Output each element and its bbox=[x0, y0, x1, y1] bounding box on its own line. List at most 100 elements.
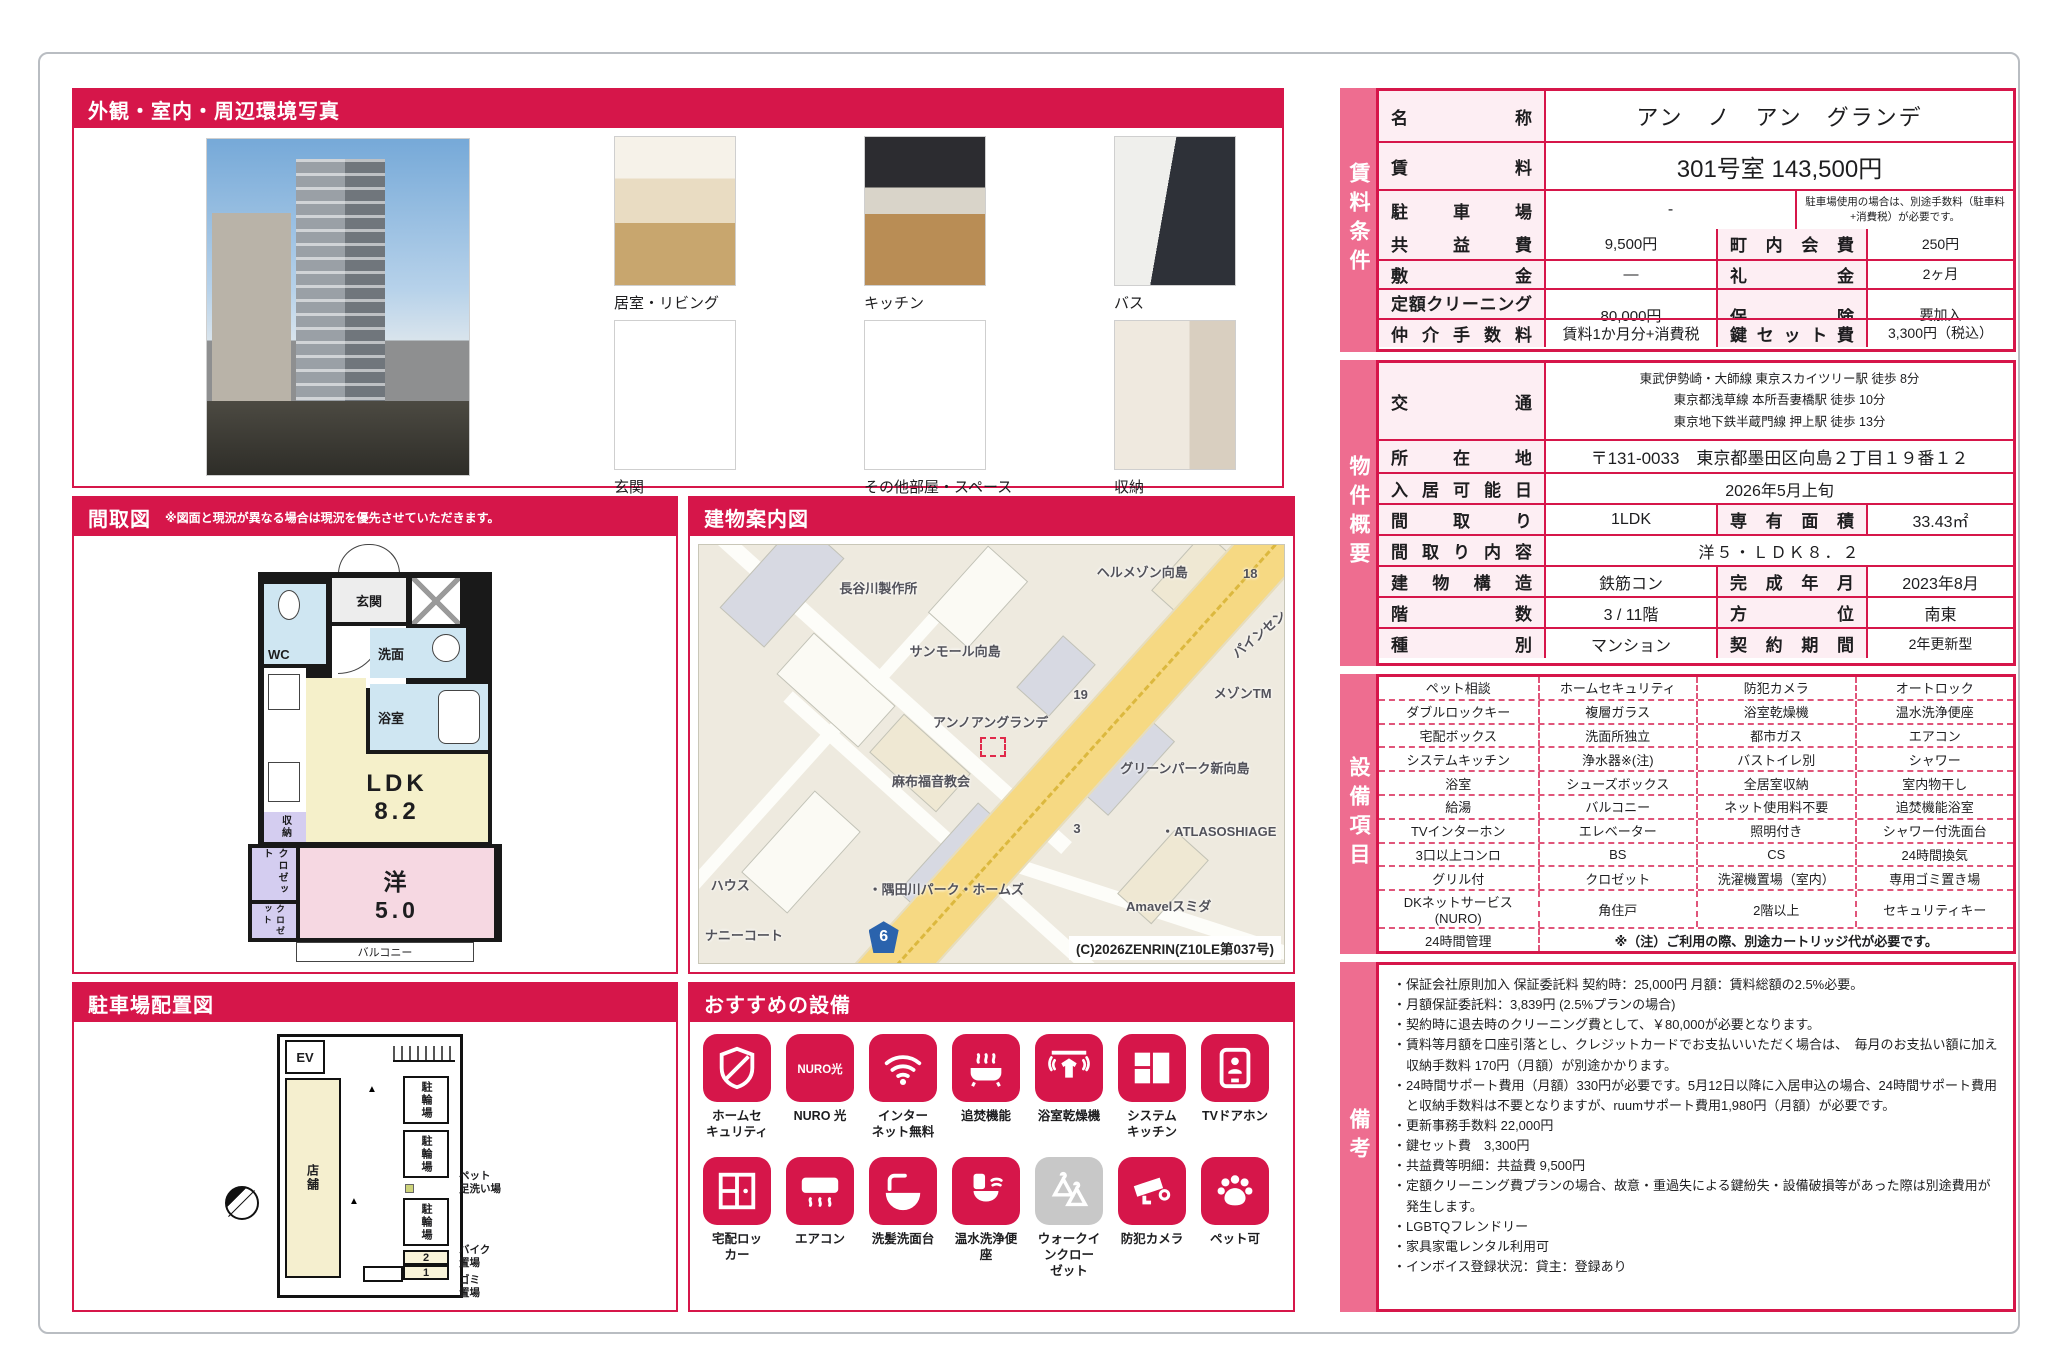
photo-storage bbox=[1114, 320, 1236, 470]
equipment-cell: クロゼット bbox=[1538, 867, 1697, 889]
equipment-cell: バストイレ別 bbox=[1696, 748, 1855, 770]
equipment-tile-label: 防犯カメラ bbox=[1121, 1231, 1184, 1247]
motorcycle-label: バイク 置場 bbox=[459, 1244, 490, 1270]
shampoo-sink-icon bbox=[880, 1168, 926, 1214]
access-line: 東武伊勢崎・大師線 東京スカイツリー駅 徒歩 8分 bbox=[1640, 369, 1920, 390]
photo-caption: 収納 bbox=[1114, 476, 1144, 497]
bicycle-parking-2: 駐輪場 bbox=[403, 1130, 449, 1178]
washlet-icon bbox=[963, 1168, 1009, 1214]
photo-entrance bbox=[614, 320, 736, 470]
equipment-tile: NURO光 NURO 光 bbox=[785, 1034, 855, 1141]
equipment-cell: 24時間換気 bbox=[1855, 844, 2014, 866]
equipment-tile-label: NURO 光 bbox=[794, 1108, 847, 1124]
remark-line: ・鍵セット費 3,300円 bbox=[1393, 1136, 1999, 1156]
table-row: 所在地 〒131-0033 東京都墨田区向島２丁目１９番１２ bbox=[1379, 439, 2013, 472]
equipment-cell: グリル付 bbox=[1379, 867, 1538, 889]
motorcycle-space-2: 2 bbox=[403, 1250, 449, 1265]
map-label: Amavelスミダ bbox=[1126, 896, 1211, 915]
svg-text:NURO光: NURO光 bbox=[797, 1062, 843, 1076]
room-ldk-arm bbox=[306, 678, 366, 754]
movein-value: 2026年5月上旬 bbox=[1544, 474, 2013, 503]
equipment-tile: 洗髪洗面台 bbox=[868, 1157, 938, 1280]
ldk-label: LDK bbox=[366, 770, 427, 798]
stairs bbox=[393, 1046, 455, 1062]
reheating-bath-icon bbox=[963, 1045, 1009, 1091]
remark-line: ・更新事務手数料 22,000円 bbox=[1393, 1116, 1999, 1136]
equipment-cell: オートロック bbox=[1855, 677, 2014, 699]
equipment-tile: 温水洗浄便 座 bbox=[951, 1157, 1021, 1280]
remark-line: ・契約時に退去時のクリーニング費として、￥80,000が必要となります。 bbox=[1393, 1015, 1999, 1035]
equipment-cell: エアコン bbox=[1855, 725, 2014, 747]
equipment-cell: 防犯カメラ bbox=[1696, 677, 1855, 699]
table-row: 共益費 9,500円 町内会費 250円 bbox=[1379, 229, 2013, 259]
fee-label: 町内会費 bbox=[1730, 231, 1854, 256]
equipment-tile-label: 温水洗浄便 座 bbox=[955, 1231, 1018, 1264]
equipment-cell: バルコニー bbox=[1538, 796, 1697, 818]
parking-note: 駐車場使用の場合は、別途手数料（駐車料+消費税）が必要です。 bbox=[1795, 191, 2013, 229]
fee-value: 3,300円（税込） bbox=[1866, 320, 2013, 348]
structure-value: 鉄筋コン bbox=[1544, 567, 1716, 596]
table-row: 駐車場 - 駐車場使用の場合は、別途手数料（駐車料+消費税）が必要です。 bbox=[1379, 189, 2013, 229]
table-row: 賃料 301号室 143,500円 bbox=[1379, 141, 2013, 189]
equipment-cell: 浄水器※(注) bbox=[1538, 748, 1697, 770]
motorcycle-space-1: 1 bbox=[403, 1265, 449, 1280]
equipment-cell: シャワー付洗面台 bbox=[1855, 820, 2014, 842]
map-canvas: 長谷川製作所 ヘルメゾン向島 18 サンモール向島 パインセン 19 メゾンTM… bbox=[698, 544, 1285, 964]
equipment-cell: 2階以上 bbox=[1696, 891, 1855, 927]
contract-label: 契約期間 bbox=[1730, 631, 1854, 656]
bathtub-fixture bbox=[438, 690, 480, 744]
access-lines: 東武伊勢崎・大師線 東京スカイツリー駅 徒歩 8分東京都浅草線 本所吾妻橋駅 徒… bbox=[1544, 363, 2013, 439]
remarks-sidebar: 備考 bbox=[1340, 962, 1376, 1312]
fee-value: 9,500円 bbox=[1544, 229, 1716, 259]
map-copyright: (C)2026ZENRIN(Z10LE第037号) bbox=[1069, 936, 1281, 960]
recommended-header: おすすめの設備 bbox=[690, 984, 1293, 1022]
room-entrance: 玄関 bbox=[332, 578, 406, 622]
fee-label: 仲介手数料 bbox=[1391, 321, 1532, 346]
remark-line: ・家具家電レンタル利用可 bbox=[1393, 1237, 1999, 1257]
parking-diagram: EV 店舗 駐輪場 駐輪場 駐輪場 2 1 ▲ ▲ ペット 足洗い場 バイク 置… bbox=[215, 1028, 535, 1304]
address-value: 〒131-0033 東京都墨田区向島２丁目１９番１２ bbox=[1544, 441, 2013, 472]
type-value: マンション bbox=[1544, 629, 1716, 658]
equipment-row: TVインターホン エレベーター 照明付き シャワー付洗面台 bbox=[1379, 818, 2013, 842]
equipment-note-row: 24時間管理※（注）ご利用の際、別途カートリッジ代が必要です。 bbox=[1379, 927, 2013, 951]
aircon-icon bbox=[797, 1168, 843, 1214]
equipment-tile: TVドアホン bbox=[1200, 1034, 1270, 1141]
equipment-tile-label: 追焚機能 bbox=[961, 1108, 1011, 1124]
equipment-cell: セキュリティキー bbox=[1855, 891, 2014, 927]
address-label: 所在地 bbox=[1391, 444, 1532, 469]
table-row: 種別 マンション 契約期間 2年更新型 bbox=[1379, 627, 2013, 658]
table-row: 階数 3 / 11階 方位 南東 bbox=[1379, 596, 2013, 627]
map-label: 麻布福音教会 bbox=[892, 771, 970, 790]
equipment-cell: 洗濯機置場（室内） bbox=[1696, 867, 1855, 889]
recommended-section: おすすめの設備 ホームセ キュリティ NURO光 NURO 光 bbox=[688, 982, 1295, 1312]
equipment-tiles: ホームセ キュリティ NURO光 NURO 光 インター ネット無料 bbox=[690, 1022, 1293, 1279]
bicycle-parking-1: 駐輪場 bbox=[403, 1076, 449, 1124]
balcony: バルコニー bbox=[296, 942, 474, 962]
equipment-cell: ペット相談 bbox=[1379, 677, 1538, 699]
equipment-cell: TVインターホン bbox=[1379, 820, 1538, 842]
fee-value: ― bbox=[1544, 261, 1716, 289]
equipment-note: ※（注）ご利用の際、別途カートリッジ代が必要です。 bbox=[1538, 929, 2014, 951]
photo-caption: バス bbox=[1114, 292, 1144, 313]
photo-living bbox=[614, 136, 736, 286]
map-label: サンモール向島 bbox=[910, 641, 1001, 660]
equipment-sidebar: 設備項目 bbox=[1340, 674, 1376, 954]
equipment-tile: ペット可 bbox=[1200, 1157, 1270, 1280]
equipment-row: DKネットサービス(NURO) 角住戸 2階以上 セキュリティキー bbox=[1379, 889, 2013, 927]
direction-value: 南東 bbox=[1866, 598, 2013, 627]
built-value: 2023年8月 bbox=[1866, 567, 2013, 596]
access-line: 東京地下鉄半蔵門線 押上駅 徒歩 13分 bbox=[1674, 412, 1886, 433]
remarks-block: 備考 ・保証会社原則加入 保証委託料 契約時：25,000円 月額：賃料総額の2… bbox=[1340, 962, 2016, 1312]
equipment-cell: ダブルロックキー bbox=[1379, 701, 1538, 723]
toilet-fixture bbox=[278, 590, 300, 620]
contract-value: 2年更新型 bbox=[1866, 629, 2013, 658]
equipment-row: 給湯 バルコニー ネット使用料不要 追焚機能浴室 bbox=[1379, 794, 2013, 818]
equipment-cell: シャワー bbox=[1855, 748, 2014, 770]
western-size: 5.0 bbox=[375, 897, 419, 924]
map-building bbox=[1016, 635, 1096, 716]
equipment-row: 宅配ボックス 洗面所独立 都市ガス エアコン bbox=[1379, 723, 2013, 747]
pet-foot-wash-spot bbox=[405, 1184, 414, 1193]
equipment-cell: ホームセキュリティ bbox=[1538, 677, 1697, 699]
equipment-cell: 給湯 bbox=[1379, 796, 1538, 818]
equipment-tile-label: システム キッチン bbox=[1127, 1108, 1177, 1141]
